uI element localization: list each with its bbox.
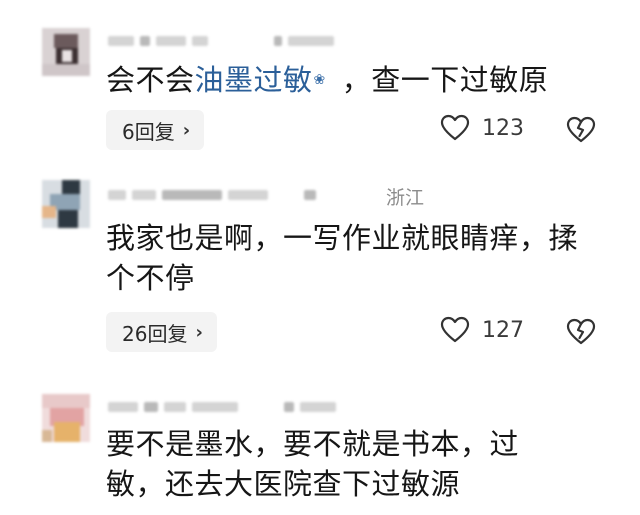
chevron-right-icon: › [182,119,191,141]
avatar[interactable] [42,394,90,442]
username-blurred[interactable] [108,30,334,52]
comment-item: 浙江 我家也是啊，一写作业就眼睛痒，揉个不停 26回复 › 127 [0,170,640,370]
heart-outline-icon [440,316,470,343]
comment-item: 会不会油墨过敏❀ ，查一下过敏原 6回复 › 123 [0,0,640,170]
avatar[interactable] [42,28,90,76]
chevron-right-icon: › [195,321,203,343]
comment-text: 要不是墨水，要不就是书本，过敏，还去大医院查下过敏源 [106,427,520,501]
username-blurred[interactable] [108,184,316,206]
broken-heart-icon [566,318,596,345]
reply-count-button[interactable]: 26回复 › [106,312,217,352]
dislike-button[interactable] [566,116,596,148]
reply-count-button[interactable]: 6回复 › [106,110,205,150]
search-link-icon[interactable]: ❀ [314,60,326,100]
like-button[interactable]: 123 [440,114,524,142]
like-button[interactable]: 127 [440,316,524,344]
like-count: 127 [482,317,524,343]
comment-text: 我家也是啊，一写作业就眼睛痒，揉个不停 [106,221,579,295]
location-label: 浙江 [386,187,425,209]
comment-text: 会不会油墨过敏❀ ，查一下过敏原 [106,60,610,100]
ink-allergy-link[interactable]: 油墨过敏 [195,63,313,97]
broken-heart-icon [566,116,596,143]
like-count: 123 [482,115,524,141]
comment-item: 要不是墨水，要不就是书本，过敏，还去大医院查下过敏源 [0,370,640,515]
avatar[interactable] [42,180,90,228]
dislike-button[interactable] [566,318,596,350]
heart-outline-icon [440,114,470,141]
username-blurred[interactable] [108,396,336,418]
